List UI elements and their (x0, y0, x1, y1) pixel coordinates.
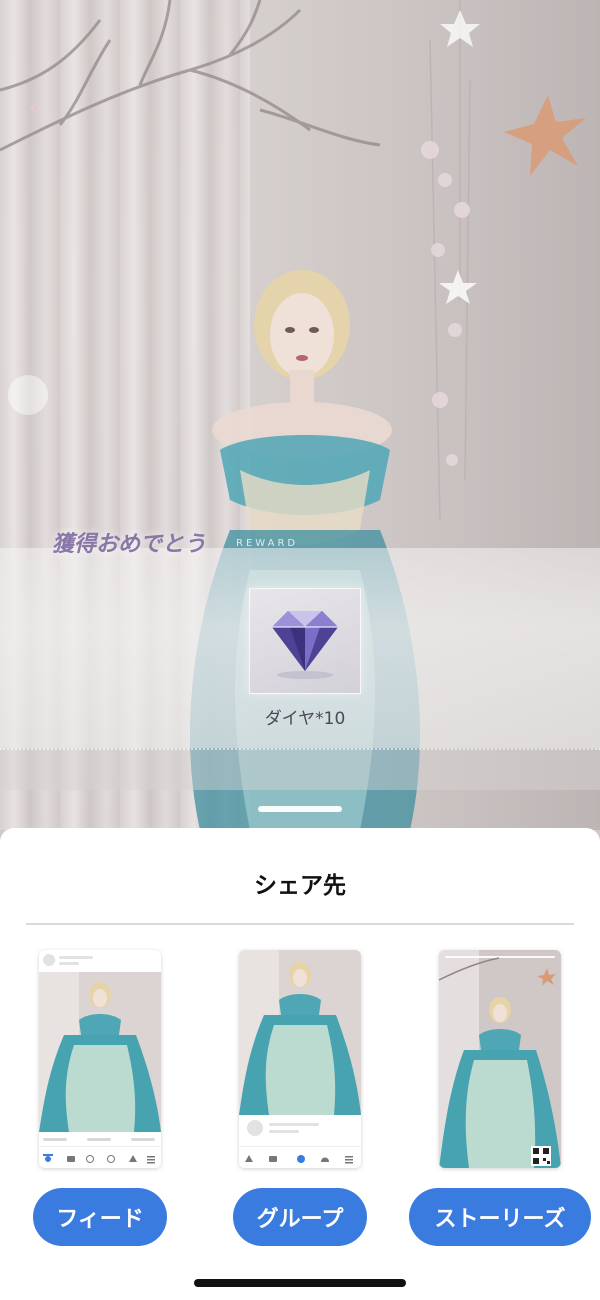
congrats-title: 獲得おめでとう (52, 531, 207, 557)
back-icon[interactable]: ‹ (28, 90, 58, 124)
diamond-icon (272, 611, 338, 679)
game-scene: ‹ 獲得おめでとう REWARD ダイヤ*10 (0, 0, 600, 830)
stories-preview[interactable] (439, 950, 561, 1168)
reward-item-label: ダイヤ*10 (264, 709, 346, 729)
share-group-button[interactable]: グループ (233, 1188, 367, 1246)
feed-preview[interactable] (39, 950, 161, 1168)
sheet-divider (26, 923, 574, 925)
share-feed-button[interactable]: フィード (33, 1188, 167, 1246)
scene-handle-bar (258, 806, 342, 812)
group-preview-art (239, 950, 361, 1168)
feed-preview-art (39, 950, 161, 1168)
congrats-subtitle: REWARD (236, 538, 299, 549)
reward-item (249, 588, 361, 694)
reward-banner-edge (0, 748, 600, 790)
share-sheet-title: シェア先 (254, 873, 346, 899)
group-preview[interactable] (239, 950, 361, 1168)
stories-preview-art (439, 950, 561, 1168)
share-stories-button[interactable]: ストーリーズ (409, 1188, 591, 1246)
home-indicator[interactable] (194, 1279, 406, 1287)
